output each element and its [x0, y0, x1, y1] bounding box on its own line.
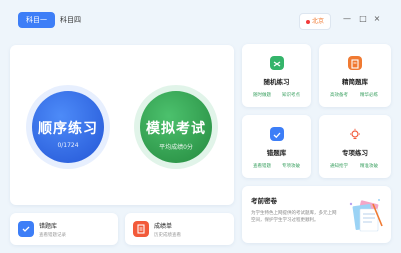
- title-bar: 科目一 科目四 北京 — □ ×: [0, 0, 401, 36]
- wrong-questions-link-2[interactable]: 专项攻破: [282, 163, 300, 169]
- concise-bank-card[interactable]: 精简题库 高效备考 精华必练: [319, 44, 391, 107]
- maximize-button[interactable]: □: [357, 13, 369, 25]
- report-card[interactable]: 成绩单 历史成绩查看: [125, 213, 234, 245]
- location-label: 北京: [311, 18, 324, 25]
- random-practice-link-1[interactable]: 随时做题: [253, 92, 271, 98]
- paper-stack-illustration: [346, 196, 384, 236]
- practice-panel: 顺序练习 0/1724 模拟考试 平均成绩0分: [10, 45, 234, 205]
- tab-subject-one[interactable]: 科目一: [18, 12, 55, 28]
- report-subtitle: 历史成绩查看: [154, 233, 181, 238]
- concise-bank-title: 精简题库: [342, 78, 368, 86]
- sequential-practice-title: 顺序练习: [38, 121, 98, 137]
- location-pin-icon: [305, 19, 310, 24]
- wrong-questions-link-1[interactable]: 查看错题: [253, 163, 271, 169]
- special-practice-title: 专项练习: [342, 149, 368, 157]
- sequential-practice-progress: 0/1724: [57, 142, 79, 149]
- concise-bank-link-1[interactable]: 高效备考: [330, 92, 348, 98]
- special-practice-link-2[interactable]: 精准攻破: [360, 163, 378, 169]
- location-button[interactable]: 北京: [299, 13, 331, 30]
- random-practice-card[interactable]: 随机练习 随时做题 知识考点: [242, 44, 311, 107]
- concise-bank-link-2[interactable]: 精华必练: [360, 92, 378, 98]
- check-icon: [270, 127, 284, 141]
- shuffle-icon: [270, 56, 284, 70]
- special-practice-card[interactable]: 专项练习 通知抢学 精准攻破: [319, 115, 391, 178]
- minimize-button[interactable]: —: [341, 13, 353, 25]
- exam-papers-card[interactable]: 考前密卷 为学生特色上网提供的考试题库，多元上网空间，保护学生学习过程更顺利。: [242, 186, 391, 243]
- report-title: 成绩单: [154, 223, 173, 230]
- mock-exam-button[interactable]: 模拟考试 平均成绩0分: [140, 91, 212, 163]
- wrong-questions-title: 错题库: [266, 149, 287, 157]
- check-icon: [18, 221, 34, 237]
- wrong-questions-card[interactable]: 错题库 查看错题 专项攻破: [242, 115, 311, 178]
- exam-papers-title: 考前密卷: [251, 197, 277, 205]
- wrong-book-card[interactable]: 错题库 查看错题记录: [10, 213, 118, 245]
- random-practice-link-2[interactable]: 知识考点: [282, 92, 300, 98]
- wrong-book-title: 错题库: [39, 223, 58, 230]
- sequential-practice-button[interactable]: 顺序练习 0/1724: [32, 91, 104, 163]
- wrong-book-subtitle: 查看错题记录: [39, 233, 66, 238]
- report-icon: [133, 221, 149, 237]
- close-button[interactable]: ×: [371, 13, 383, 25]
- mock-exam-score: 平均成绩0分: [159, 144, 193, 151]
- exam-papers-description: 为学生特色上网提供的考试题库，多元上网空间，保护学生学习过程更顺利。: [251, 211, 337, 223]
- book-icon: [348, 56, 362, 70]
- random-practice-title: 随机练习: [263, 78, 290, 86]
- bulb-icon: [348, 127, 362, 141]
- tab-subject-four[interactable]: 科目四: [52, 12, 89, 28]
- special-practice-link-1[interactable]: 通知抢学: [330, 163, 348, 169]
- mock-exam-title: 模拟考试: [146, 121, 206, 137]
